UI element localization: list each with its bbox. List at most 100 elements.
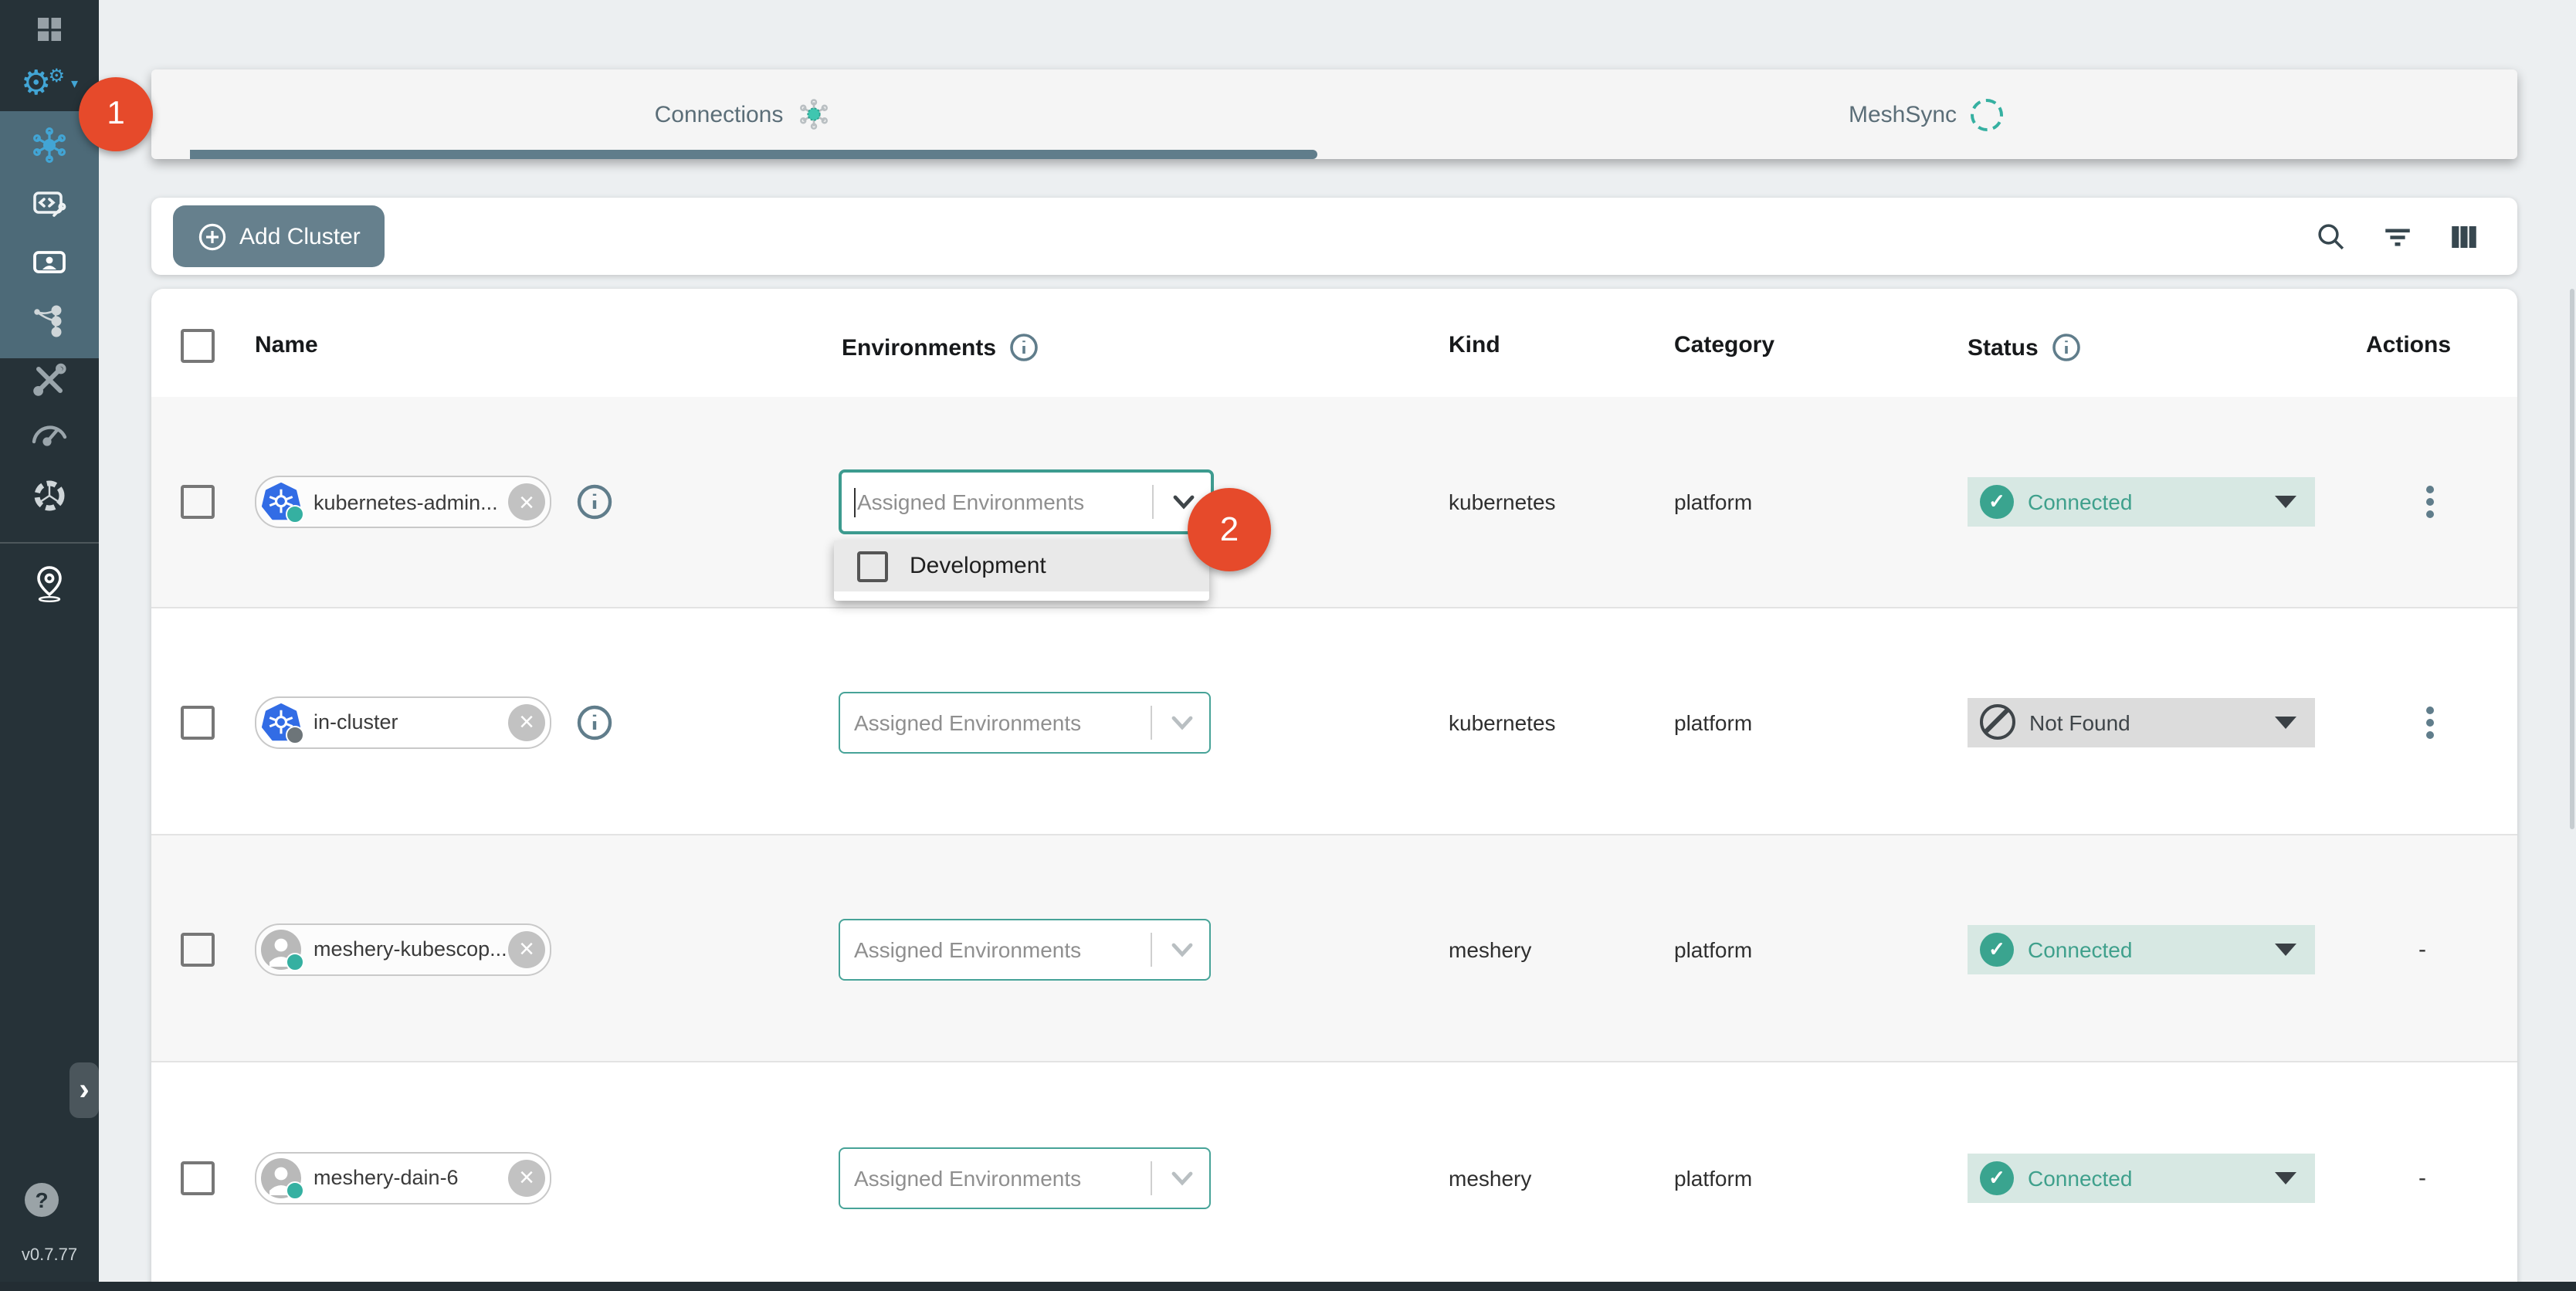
status-chip[interactable]: ✓ Connected	[1968, 924, 2315, 974]
row-checkbox[interactable]	[181, 932, 215, 966]
toolbar-icons	[2315, 221, 2480, 253]
chevron-down-icon[interactable]	[1169, 713, 1195, 731]
environments-select[interactable]: Assigned Environments	[839, 1147, 1211, 1208]
header-status: Status	[1968, 334, 2039, 361]
sidebar-item-location[interactable]	[0, 564, 99, 604]
status-chip[interactable]: ✓ Connected	[1968, 477, 2315, 527]
chevron-down-icon[interactable]	[1169, 1168, 1195, 1187]
header-name: Name	[255, 332, 318, 358]
status-label: Not Found	[2029, 710, 2275, 734]
row-checkbox[interactable]	[181, 1161, 215, 1194]
info-icon[interactable]	[1008, 332, 1039, 363]
caret-down-icon	[2275, 716, 2296, 728]
header-environments: Environments	[842, 334, 996, 361]
sidebar-item-meshsync-screen[interactable]	[0, 244, 99, 281]
cell-category: platform	[1674, 1165, 1752, 1190]
sidebar-item-configuration[interactable]	[0, 361, 99, 398]
cell-kind: meshery	[1449, 937, 1531, 961]
remove-connection-icon[interactable]: ×	[508, 703, 545, 740]
add-cluster-label: Add Cluster	[239, 223, 361, 249]
dropdown-item-checkbox[interactable]	[857, 551, 888, 581]
header-actions: Actions	[2366, 332, 2451, 358]
select-divider	[1151, 705, 1152, 739]
sidebar-item-service-mesh[interactable]	[0, 303, 99, 340]
cell-kind: kubernetes	[1449, 490, 1556, 514]
remove-connection-icon[interactable]: ×	[508, 1159, 545, 1196]
connection-status-dot	[286, 952, 304, 971]
meshsync-screen-icon	[31, 244, 68, 281]
sidebar-divider	[0, 542, 99, 544]
table-header: Name Environments Kind Category Status A…	[151, 289, 2517, 398]
environments-select[interactable]: Assigned Environments	[839, 469, 1214, 534]
connection-name-chip[interactable]: kubernetes-admin... ×	[255, 476, 551, 528]
row-checkbox[interactable]	[181, 485, 215, 519]
remove-connection-icon[interactable]: ×	[508, 930, 545, 967]
select-all-checkbox[interactable]	[181, 329, 215, 363]
caret-down-icon	[2275, 496, 2296, 508]
chevron-down-icon: ▾	[71, 75, 78, 92]
notification-badge-2[interactable]: 2	[1188, 488, 1271, 571]
meshery-app: ⚙⚙▾	[0, 0, 2576, 1291]
check-circle-icon: ✓	[1980, 1161, 2014, 1194]
cell-category: platform	[1674, 710, 1752, 734]
status-chip[interactable]: ✓ Connected	[1968, 1153, 2315, 1202]
row-checkbox[interactable]	[181, 705, 215, 739]
header-category: Category	[1674, 332, 1774, 358]
row-actions-menu-icon[interactable]	[2409, 486, 2449, 518]
dropdown-item-development[interactable]: Development	[834, 540, 1209, 591]
tab-meshsync[interactable]: MeshSync	[1334, 69, 2517, 159]
table-row: in-cluster × Assigned Environments kuber…	[151, 607, 2517, 835]
connection-name-chip[interactable]: in-cluster ×	[255, 696, 551, 748]
info-icon[interactable]	[2051, 332, 2082, 363]
cell-category: platform	[1674, 490, 1752, 514]
connection-name-chip[interactable]: meshery-kubescop... ×	[255, 923, 551, 975]
status-label: Connected	[2028, 937, 2275, 961]
location-pin-icon	[31, 564, 68, 604]
row-actions-empty: -	[2418, 1164, 2426, 1191]
row-actions-empty: -	[2418, 936, 2426, 962]
row-actions-menu-icon[interactable]	[2409, 706, 2449, 738]
environments-placeholder: Assigned Environments	[854, 1165, 1081, 1190]
connection-name: kubernetes-admin...	[314, 490, 508, 513]
connections-spinner-icon	[797, 97, 831, 131]
performance-icon	[29, 417, 69, 451]
kubernetes-logo-icon	[261, 482, 301, 522]
environments-placeholder: Assigned Environments	[857, 490, 1084, 514]
status-chip[interactable]: Not Found	[1968, 697, 2315, 747]
add-cluster-button[interactable]: Add Cluster	[173, 205, 385, 267]
sidebar-item-adapters[interactable]	[0, 185, 99, 222]
sidebar-expand-handle[interactable]: ›	[69, 1062, 99, 1118]
cell-kind: meshery	[1449, 1165, 1531, 1190]
select-divider	[1151, 932, 1152, 966]
sidebar-item-performance[interactable]	[0, 415, 99, 452]
environments-placeholder: Assigned Environments	[854, 710, 1081, 734]
environments-select[interactable]: Assigned Environments	[839, 691, 1211, 753]
person-avatar-icon	[261, 1157, 301, 1198]
chevron-down-icon[interactable]	[1169, 940, 1195, 958]
connection-name-chip[interactable]: meshery-dain-6 ×	[255, 1151, 551, 1204]
tab-connections[interactable]: Connections	[151, 69, 1334, 159]
search-icon[interactable]	[2315, 221, 2347, 253]
help-icon[interactable]: ?	[25, 1183, 59, 1217]
filter-icon[interactable]	[2381, 221, 2414, 253]
environments-select[interactable]: Assigned Environments	[839, 918, 1211, 980]
remove-connection-icon[interactable]: ×	[508, 483, 545, 520]
meshsync-spinner-icon	[1971, 98, 2003, 130]
notification-badge-1[interactable]: 1	[79, 77, 153, 151]
connection-info-icon[interactable]	[576, 483, 613, 520]
connection-name: meshery-dain-6	[314, 1166, 508, 1189]
sidebar-item-extensions[interactable]	[0, 477, 99, 514]
scrollbar[interactable]	[2570, 289, 2574, 829]
connection-info-icon[interactable]	[576, 703, 613, 740]
sidebar-item-dashboard[interactable]	[0, 11, 99, 48]
environments-placeholder: Assigned Environments	[854, 937, 1081, 961]
caret-down-icon	[2275, 1171, 2296, 1184]
connections-hex-icon	[31, 127, 68, 164]
connection-status-dot	[286, 505, 304, 524]
status-label: Connected	[2028, 490, 2275, 514]
connection-name: in-cluster	[314, 710, 508, 734]
view-columns-icon[interactable]	[2448, 221, 2480, 253]
person-avatar-icon	[261, 929, 301, 969]
adapters-icon	[31, 185, 68, 222]
service-mesh-icon	[31, 303, 68, 340]
